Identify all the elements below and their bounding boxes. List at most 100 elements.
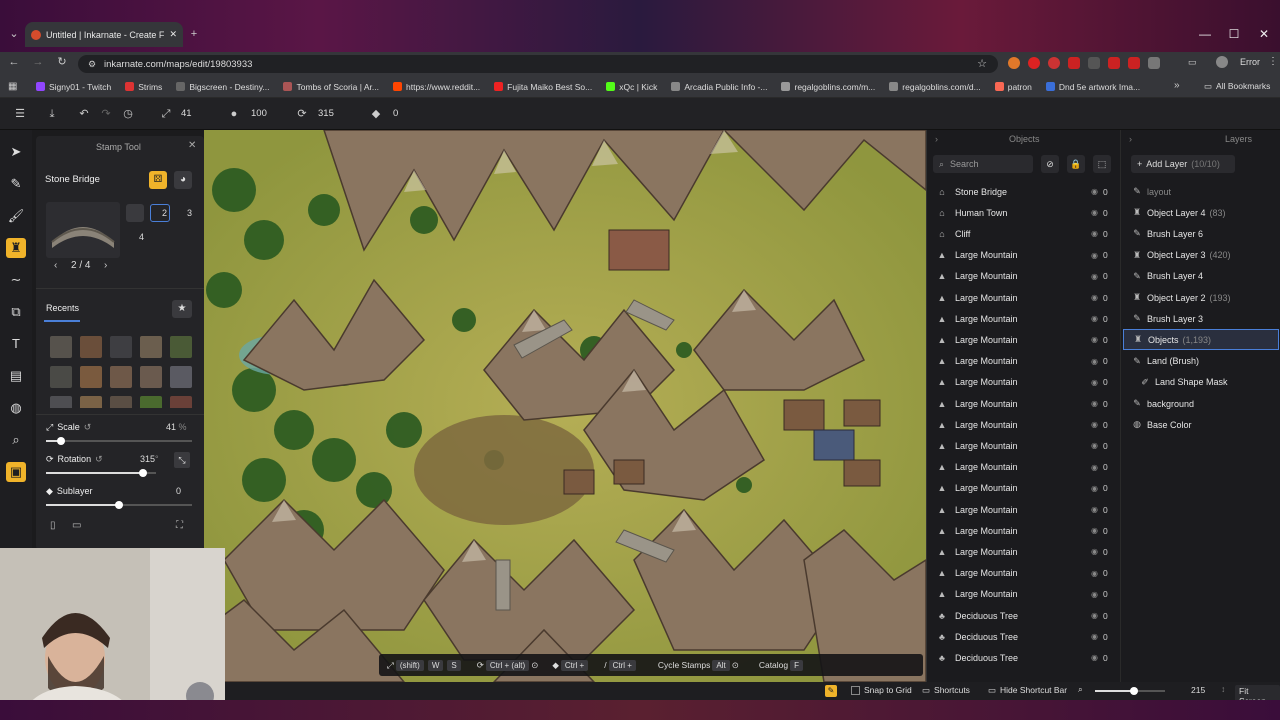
layer-row[interactable]: ✎ background [1123, 393, 1279, 414]
visibility-icon[interactable]: ◉ [1091, 272, 1103, 281]
shape-tool-icon[interactable]: ⧉ [6, 302, 26, 322]
cast-icon[interactable]: ▭ [1188, 57, 1197, 68]
redo-icon[interactable]: ↷ [98, 106, 114, 122]
bookmark-item[interactable]: Arcadia Public Info -... [671, 82, 767, 92]
select-all-icon[interactable]: ⬚ [1093, 155, 1111, 173]
visibility-icon[interactable]: ◉ [1091, 229, 1103, 238]
visibility-icon[interactable]: ◉ [1091, 611, 1103, 620]
history-icon[interactable]: ◷ [120, 106, 136, 122]
object-row[interactable]: ▲ Large Mountain ◉ 0 [927, 351, 1121, 372]
bookmark-item[interactable]: Fujita Maiko Best So... [494, 82, 592, 92]
shortcuts-button[interactable]: ▭ Shortcuts [922, 685, 970, 696]
back-icon[interactable]: ← [6, 54, 22, 70]
bookmark-item[interactable]: regalgoblins.com/m... [781, 82, 875, 92]
save-icon[interactable]: ▣ [6, 462, 26, 482]
snap-to-grid-toggle[interactable]: Snap to Grid [851, 685, 912, 695]
extension-icon[interactable] [1128, 57, 1140, 69]
export-icon[interactable]: ⤓ [44, 106, 60, 122]
forward-icon[interactable]: → [30, 54, 46, 70]
visibility-icon[interactable]: ◉ [1091, 399, 1103, 408]
layer-row[interactable]: ♜ Object Layer 4 (83) [1123, 202, 1279, 223]
zoom-tool-icon[interactable]: ⌕ [6, 430, 26, 450]
map-canvas[interactable]: ⤢ (shift) W S ⟳ Ctrl + (alt) ⊙ ◆ Ctrl + … [204, 130, 926, 682]
notes-tool-icon[interactable]: ▤ [6, 366, 26, 386]
new-tab-icon[interactable]: + [186, 26, 202, 42]
visibility-icon[interactable]: ◉ [1091, 526, 1103, 535]
object-row[interactable]: ▲ Large Mountain ◉ 0 [927, 563, 1121, 584]
visibility-icon[interactable]: ◉ [1091, 632, 1103, 641]
toolbar-layer-value[interactable]: 0 [393, 108, 398, 119]
browser-tab[interactable]: Untitled | Inkarnate - Create Fa ✕ [25, 22, 183, 47]
random-rotation-icon[interactable]: ⤡ [174, 452, 190, 468]
collapse-icon[interactable]: › [935, 134, 938, 144]
expand-icon[interactable]: ⛶ [176, 520, 183, 531]
toolbar-rotation-value[interactable]: 315 [318, 108, 334, 119]
variant-thumb-1[interactable] [126, 204, 144, 222]
all-bookmarks[interactable]: ▭ All Bookmarks [1204, 81, 1270, 92]
recent-stamp[interactable] [50, 366, 72, 388]
toolbar-scale-value[interactable]: 41 [181, 108, 192, 119]
bookmark-item[interactable]: patron [994, 82, 1032, 92]
object-row[interactable]: ▲ Large Mountain ◉ 0 [927, 435, 1121, 456]
recent-stamp[interactable] [110, 336, 132, 358]
pencil-icon[interactable]: ✎ [825, 685, 837, 697]
object-row[interactable]: ▲ Large Mountain ◉ 0 [927, 499, 1121, 520]
visibility-icon[interactable]: ◉ [1091, 463, 1103, 472]
recent-stamp[interactable] [110, 396, 132, 408]
extension-icon[interactable] [1028, 57, 1040, 69]
undo-icon[interactable]: ↶ [76, 106, 92, 122]
maximize-icon[interactable]: ☐ [1226, 26, 1242, 42]
object-row[interactable]: ▲ Large Mountain ◉ 0 [927, 541, 1121, 562]
bookmark-item[interactable]: https://www.reddit... [393, 82, 480, 92]
globe-tool-icon[interactable]: ◍ [6, 398, 26, 418]
zoom-stepper-icon[interactable]: ↕ [1221, 684, 1225, 694]
flip-icon[interactable]: ▯ [50, 520, 56, 531]
bookmark-item[interactable]: Strims [125, 82, 162, 92]
bookmark-item[interactable]: Tombs of Scoria | Ar... [283, 82, 379, 92]
palette-icon[interactable]: ◕ [174, 171, 192, 189]
recent-stamp[interactable] [80, 396, 102, 408]
object-row[interactable]: ▲ Large Mountain ◉ 0 [927, 245, 1121, 266]
visibility-icon[interactable]: ◉ [1091, 335, 1103, 344]
object-row[interactable]: ⌂ Stone Bridge ◉ 0 [927, 181, 1121, 202]
minimize-icon[interactable]: — [1197, 26, 1213, 42]
visibility-icon[interactable]: ◉ [1091, 208, 1103, 217]
object-row[interactable]: ⌂ Cliff ◉ 0 [927, 223, 1121, 244]
object-row[interactable]: ▲ Large Mountain ◉ 0 [927, 478, 1121, 499]
text-tool-icon[interactable]: T [6, 334, 26, 354]
rotation-slider-knob[interactable] [138, 469, 147, 477]
layer-row[interactable]: ✎ Brush Layer 3 [1123, 308, 1279, 329]
visibility-icon[interactable]: ◉ [1091, 547, 1103, 556]
layer-row[interactable]: ✎ Brush Layer 6 [1123, 223, 1279, 244]
recent-stamp[interactable] [170, 366, 192, 388]
path-tool-icon[interactable]: ∼ [6, 270, 26, 290]
recent-stamp[interactable] [110, 366, 132, 388]
layer-row[interactable]: ✎ layout [1123, 181, 1279, 202]
bookmark-item[interactable]: regalgoblins.com/d... [889, 82, 981, 92]
visibility-icon[interactable]: ◉ [1091, 187, 1103, 196]
profile-avatar[interactable] [1216, 56, 1228, 68]
reset-icon[interactable]: ↺ [95, 454, 103, 465]
recent-stamp[interactable] [170, 336, 192, 358]
visibility-icon[interactable]: ◉ [1091, 420, 1103, 429]
recent-stamp[interactable] [80, 336, 102, 358]
object-row[interactable]: ▲ Large Mountain ◉ 0 [927, 393, 1121, 414]
visibility-icon[interactable]: ◉ [1091, 569, 1103, 578]
tab-close-icon[interactable]: ✕ [169, 29, 177, 40]
add-layer-button[interactable]: + Add Layer (10/10) [1131, 155, 1235, 173]
favorites-star-icon[interactable]: ★ [172, 300, 192, 318]
object-row[interactable]: ♣ Deciduous Tree ◉ 0 [927, 647, 1121, 668]
layer-row[interactable]: ✐ Land Shape Mask [1123, 372, 1279, 393]
layer-row[interactable]: ✎ Brush Layer 4 [1123, 266, 1279, 287]
object-row[interactable]: ⌂ Human Town ◉ 0 [927, 202, 1121, 223]
bookmark-item[interactable]: xQc | Kick [606, 82, 657, 92]
visibility-icon[interactable]: ◉ [1091, 314, 1103, 323]
scale-slider[interactable] [46, 440, 192, 442]
object-row[interactable]: ♣ Deciduous Tree ◉ 0 [927, 626, 1121, 647]
recent-stamp[interactable] [140, 396, 162, 408]
random-stamp-icon[interactable]: ⚄ [149, 171, 167, 189]
recent-stamp[interactable] [50, 396, 72, 408]
more-bookmarks-icon[interactable]: » [1174, 80, 1180, 91]
bookmark-star-icon[interactable]: ☆ [974, 56, 990, 72]
extension-icon[interactable] [1008, 57, 1020, 69]
